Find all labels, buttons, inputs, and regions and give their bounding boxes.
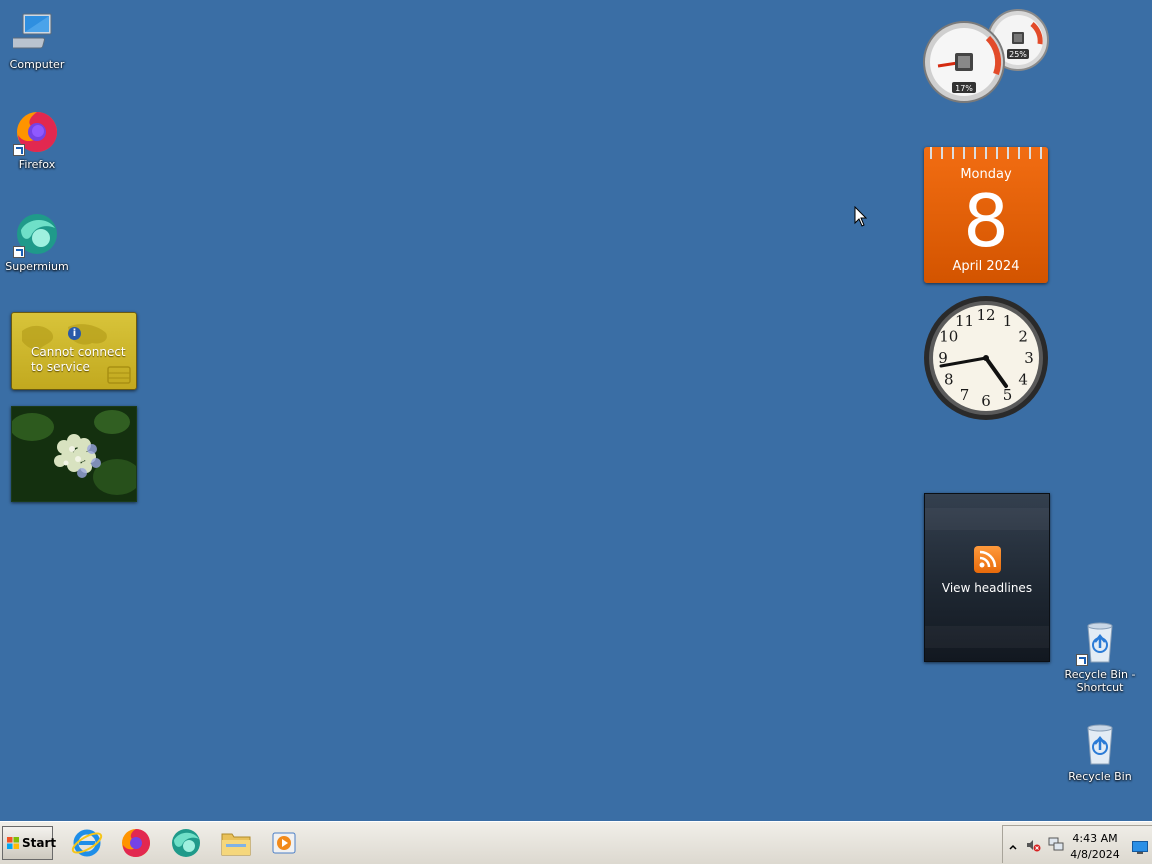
recycle-bin-icon (1076, 618, 1124, 666)
supermium-icon[interactable] (169, 826, 203, 860)
desktop-icon-label: Computer (9, 58, 65, 71)
desktop-icon-label: Recycle Bin (1068, 770, 1132, 783)
weather-message-line2: to service (31, 360, 90, 374)
clock-numeral: 10 (939, 328, 958, 346)
shortcut-arrow-icon (13, 246, 25, 258)
cpu-percent: 17% (955, 84, 973, 93)
start-button[interactable]: Start (2, 826, 57, 860)
desktop-icon-firefox[interactable]: Firefox (1, 108, 73, 171)
clock-numeral: 7 (960, 386, 970, 404)
tray-date[interactable]: 4/8/2024 (1065, 848, 1125, 861)
supermium-icon (13, 210, 61, 258)
show-hidden-icons-icon[interactable] (1008, 838, 1018, 857)
file-explorer-icon[interactable] (219, 826, 253, 860)
clock-gadget[interactable]: 12 1 2 3 4 5 6 7 8 9 10 11 (922, 294, 1050, 422)
system-tray: 4:43 AM 4/8/2024 (1002, 825, 1152, 863)
cpu-meter-gadget[interactable]: 25% 17% (922, 8, 1050, 104)
cpu-dial: 17% (923, 21, 1005, 103)
clock-numeral: 12 (976, 306, 995, 324)
calendar-gadget[interactable]: Monday 8 April 2024 (924, 147, 1048, 283)
volume-muted-icon[interactable] (1025, 837, 1041, 857)
shortcut-arrow-icon (1076, 654, 1088, 666)
calendar-day-number: 8 (963, 179, 1009, 263)
media-player-icon[interactable] (268, 826, 302, 860)
slideshow-gadget[interactable] (11, 406, 137, 502)
computer-icon (8, 8, 61, 56)
info-icon: i (68, 327, 81, 340)
clock-numeral: 3 (1024, 349, 1034, 367)
tray-time[interactable]: 4:43 AM (1065, 832, 1125, 845)
desktop-icon-label: Supermium (5, 260, 69, 273)
clock-numeral: 6 (981, 392, 991, 410)
recycle-bin-icon (1076, 720, 1124, 768)
headlines-band (925, 626, 1049, 648)
clock-numeral: 8 (944, 371, 954, 389)
weather-message-line1: Cannot connect (31, 345, 126, 359)
clock-numeral: 1 (1003, 312, 1013, 330)
memory-percent: 25% (1009, 50, 1027, 59)
weather-gadget[interactable]: i Cannot connect to service (11, 312, 137, 390)
windows-logo-icon (7, 837, 19, 849)
desktop-icon-recycle-bin[interactable]: Recycle Bin (1064, 720, 1136, 783)
desktop-icon-label: Recycle Bin - Shortcut (1064, 668, 1136, 694)
headlines-gadget[interactable]: View headlines (924, 493, 1050, 662)
clock-numeral: 4 (1018, 371, 1028, 389)
show-desktop-icon[interactable] (1132, 839, 1148, 858)
clock-numeral: 2 (1018, 328, 1028, 346)
rss-icon (974, 546, 1001, 573)
hydrangea-photo (12, 407, 136, 501)
internet-explorer-icon[interactable] (70, 826, 104, 860)
firefox-icon (13, 108, 61, 156)
shortcut-arrow-icon (13, 144, 25, 156)
taskbar: Start 4:43 AM 4/8/2024 (0, 821, 1152, 864)
network-icon[interactable] (1048, 836, 1064, 856)
desktop-icon-supermium[interactable]: Supermium (1, 210, 73, 273)
calendar-month-year: April 2024 (952, 259, 1020, 274)
clock-numeral: 5 (1003, 386, 1013, 404)
desktop-icon-label: Firefox (18, 158, 56, 171)
calendar-rings (926, 147, 1046, 159)
headlines-band (925, 508, 1049, 530)
start-label: Start (22, 836, 57, 850)
view-headlines-link[interactable]: View headlines (925, 581, 1049, 595)
desktop-icon-computer[interactable]: Computer (1, 8, 73, 71)
desktop-icon-recycle-bin-shortcut[interactable]: Recycle Bin - Shortcut (1064, 618, 1136, 694)
clock-numeral: 11 (955, 312, 974, 330)
mouse-cursor-icon (854, 205, 868, 232)
firefox-icon[interactable] (119, 826, 153, 860)
